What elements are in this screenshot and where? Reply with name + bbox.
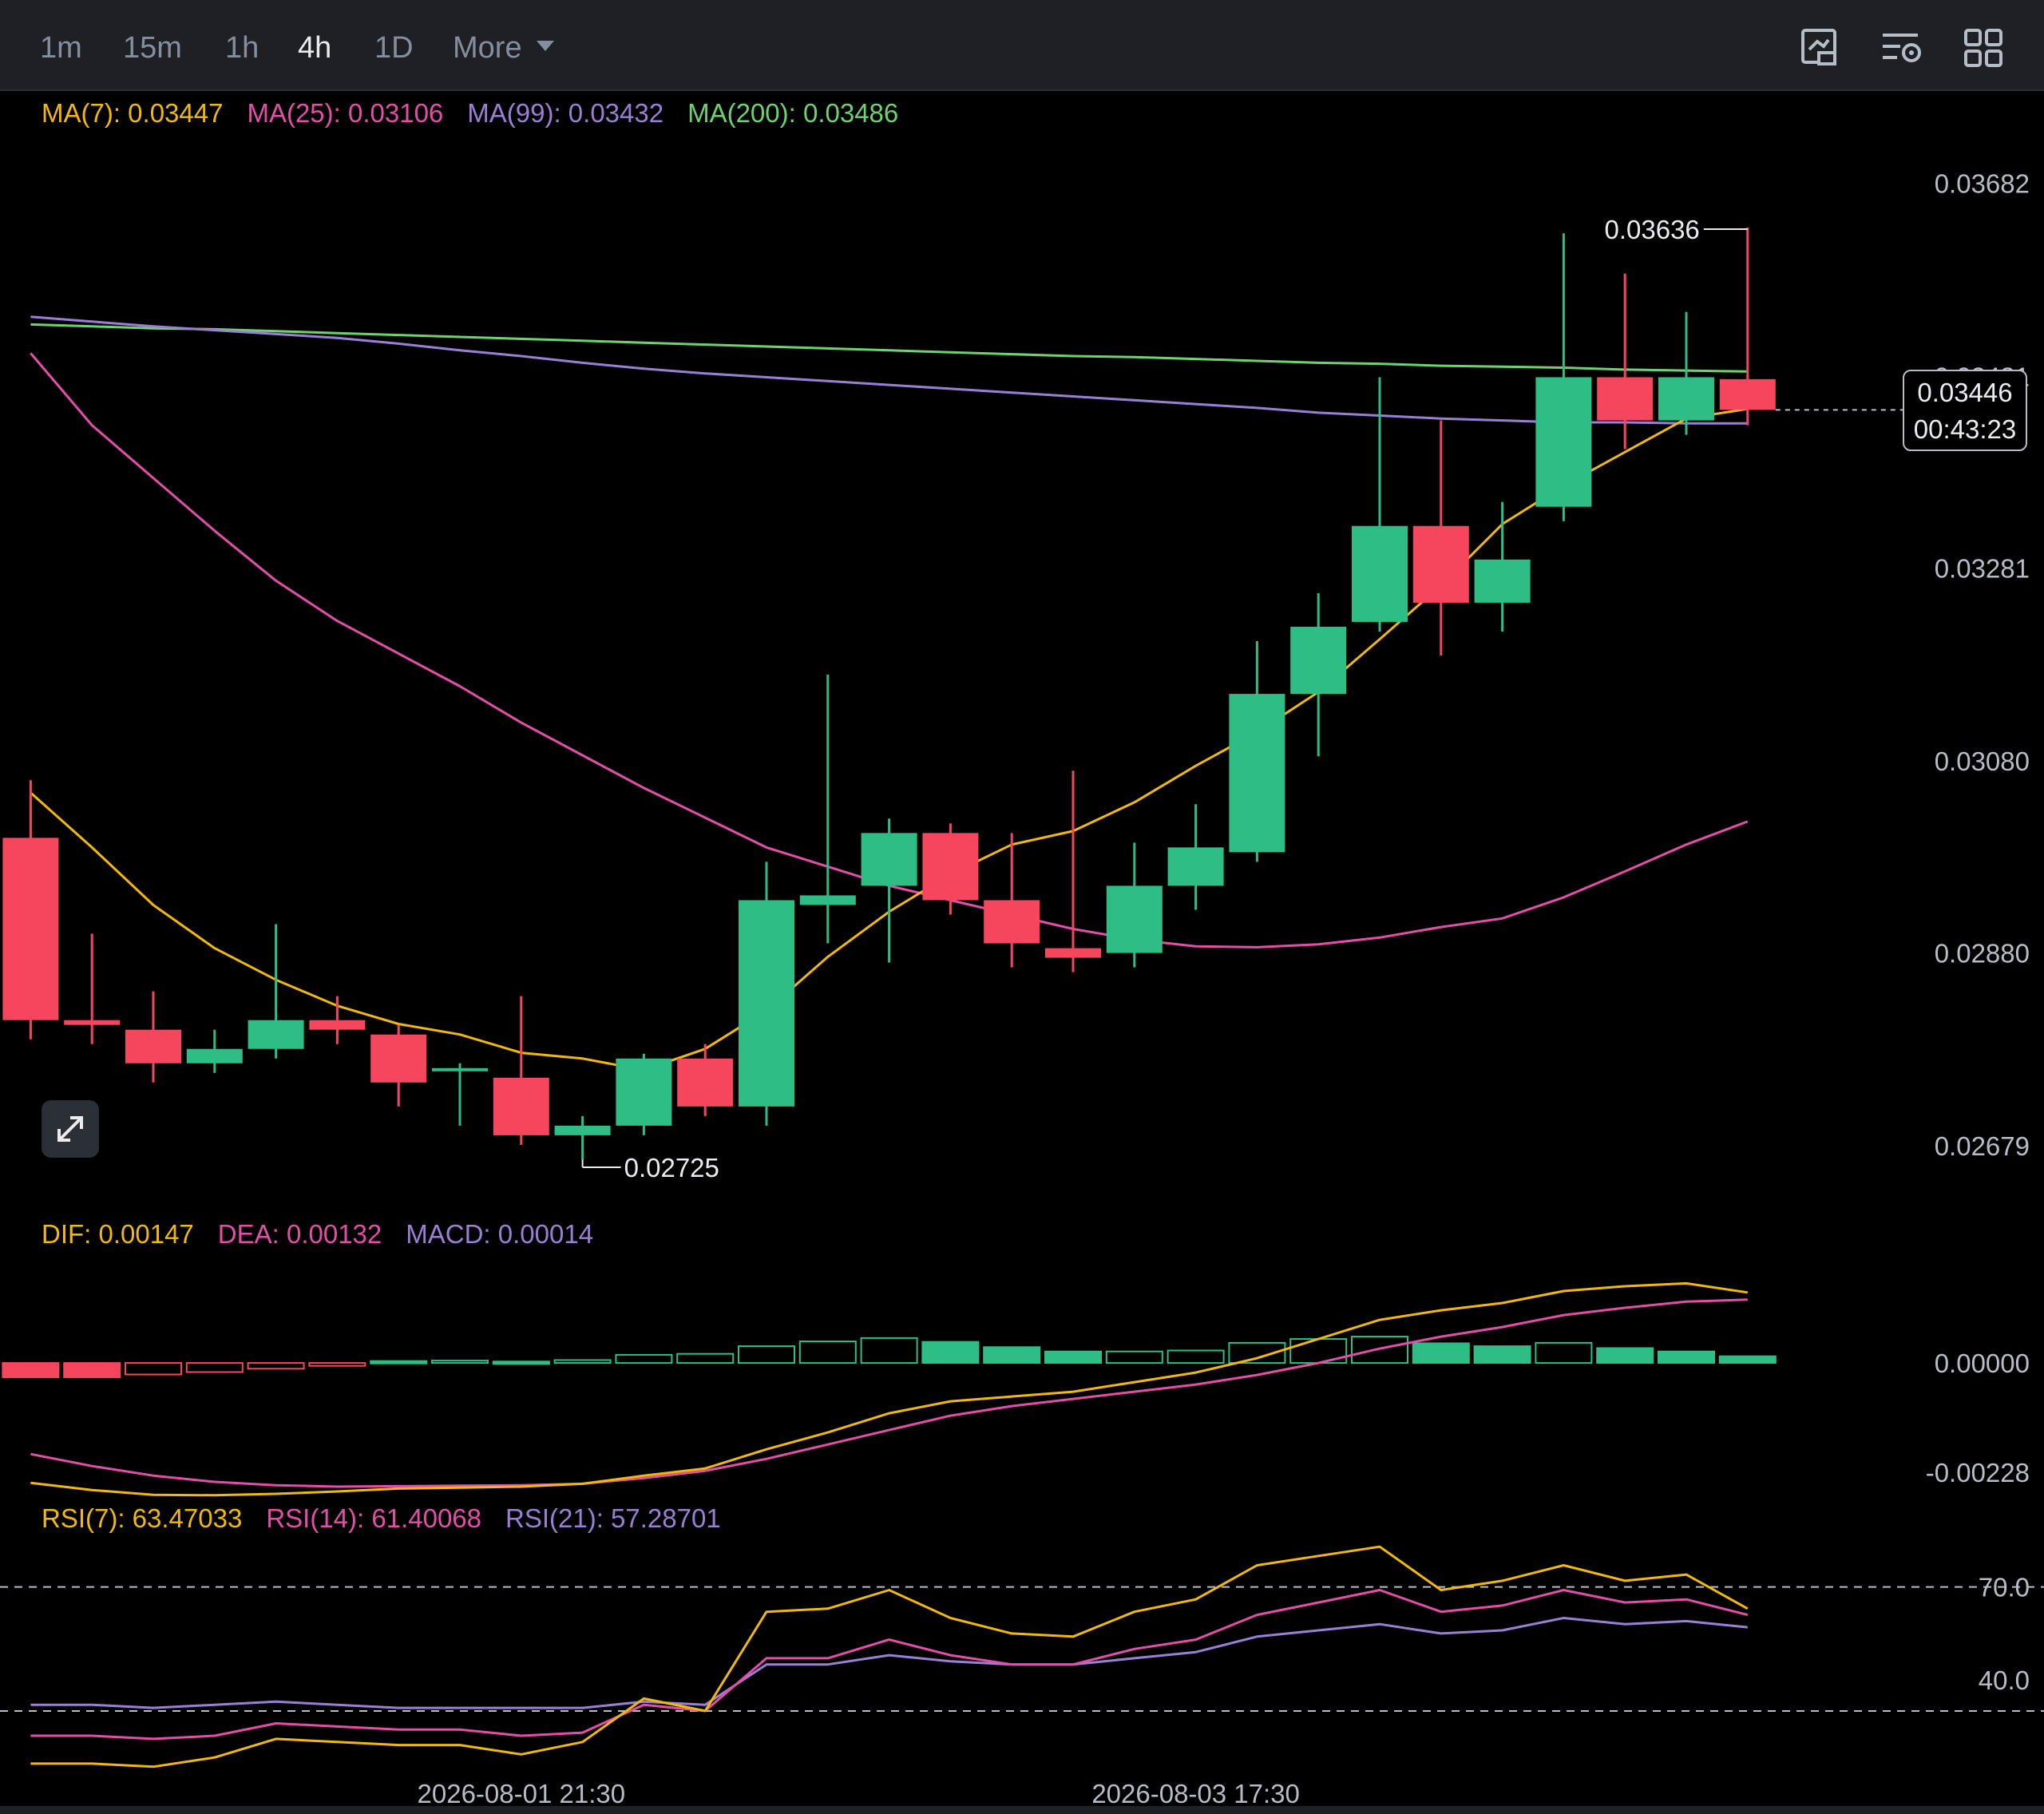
rsi14-line <box>30 1589 1749 1741</box>
ma99-legend: MA(99): 0.03432 <box>467 98 664 128</box>
high-marker-label: 0.03636 <box>1605 215 1700 244</box>
rsi7-line <box>30 1545 1749 1768</box>
candle-body <box>799 895 856 905</box>
macd-histogram-bar <box>676 1353 735 1364</box>
candle-body <box>186 1048 243 1063</box>
rsi-legend: RSI(7): 63.47033 RSI(14): 61.40068 RSI(21)… <box>42 1503 745 1535</box>
ma-legend: MA(7): 0.03447 MA(25): 0.03106 MA(99): 0.0… <box>42 97 922 129</box>
macd-histogram-bar <box>431 1360 489 1364</box>
candle-body <box>739 900 794 1107</box>
candle-body <box>922 833 979 901</box>
candle-body <box>1290 626 1347 695</box>
ma7-legend: MA(7): 0.03447 <box>42 98 224 128</box>
price-tick-label: 0.02880 <box>1935 939 2030 968</box>
candle-body <box>677 1058 734 1107</box>
macd-histogram-bar <box>308 1362 366 1367</box>
price-tick-label: 0.03080 <box>1935 747 2030 776</box>
rsi21-line <box>30 1617 1748 1709</box>
rsi21-legend: RSI(21): 57.28701 <box>505 1503 721 1533</box>
macd-histogram-bar <box>2 1362 60 1379</box>
macd-histogram-bar <box>1658 1350 1715 1364</box>
fullscreen-button[interactable] <box>42 1100 99 1158</box>
ma25-legend: MA(25): 0.03106 <box>247 98 444 128</box>
candle-countdown: 00:43:23 <box>1913 414 2017 444</box>
dea-legend: DEA: 0.00132 <box>217 1219 382 1249</box>
macd-histogram-bar <box>983 1346 1041 1364</box>
candle-body <box>1535 377 1592 507</box>
candle-body <box>432 1067 488 1071</box>
rsi-tick-label: 70.0 <box>1979 1573 2030 1602</box>
macd-histogram-bar <box>1167 1349 1225 1364</box>
ma200-line <box>30 323 1748 373</box>
rsi14-legend: RSI(14): 61.40068 <box>266 1503 481 1533</box>
macd-histogram-bar <box>1718 1355 1777 1364</box>
candle-body <box>493 1077 549 1135</box>
low-marker-label: 0.02725 <box>624 1153 719 1182</box>
expand-icon <box>57 1116 83 1142</box>
current-price: 0.03446 <box>1917 378 2013 407</box>
macd-histogram-bar <box>125 1362 182 1376</box>
macd-histogram-bar <box>247 1362 305 1370</box>
macd-value-legend: MACD: 0.00014 <box>406 1219 594 1249</box>
candle-body <box>370 1034 427 1083</box>
macd-histogram-bar <box>1044 1350 1102 1364</box>
macd-histogram-bar <box>1105 1350 1163 1364</box>
price-chart[interactable]: 0.036820.034810.032810.030800.028800.026… <box>0 0 2044 1814</box>
macd-histogram-bar <box>615 1353 673 1364</box>
dif-legend: DIF: 0.00147 <box>42 1219 194 1249</box>
macd-histogram-bar <box>492 1360 550 1365</box>
macd-histogram-bar <box>860 1337 918 1364</box>
candle-body <box>1474 559 1531 603</box>
macd-tick-label: -0.00228 <box>1926 1458 2030 1487</box>
macd-histogram-bar <box>63 1362 121 1379</box>
price-tick-label: 0.02679 <box>1935 1131 2030 1161</box>
candle-body <box>1045 948 1101 958</box>
candle-body <box>1106 885 1163 953</box>
dea-line <box>30 1298 1748 1488</box>
candle-body <box>1658 377 1714 421</box>
macd-histogram-bar <box>921 1341 980 1364</box>
candle-body <box>861 833 917 886</box>
candle-body <box>1597 377 1654 421</box>
candle-body <box>1229 694 1285 853</box>
candle-body <box>248 1020 304 1049</box>
macd-tick-label: 0.00000 <box>1935 1349 2030 1378</box>
macd-histogram-bar <box>1473 1345 1531 1364</box>
macd-histogram-bar <box>185 1362 244 1373</box>
rsi-tick-label: 40.0 <box>1979 1665 2030 1695</box>
candle-body <box>309 1020 366 1030</box>
candle-body <box>2 838 59 1020</box>
macd-histogram-bar <box>1535 1341 1593 1364</box>
candle-body <box>616 1058 672 1126</box>
macd-histogram-bar <box>1596 1347 1654 1364</box>
macd-histogram-bar <box>370 1360 428 1364</box>
bottom-edge <box>0 1806 2044 1814</box>
candle-body <box>125 1029 181 1063</box>
candle-body <box>554 1125 611 1135</box>
current-price-tag: 0.03446 00:43:23 <box>1903 370 2027 451</box>
time-axis-label: 2026-08-03 17:30 <box>1091 1779 1300 1808</box>
ma99-line <box>30 315 1748 425</box>
candle-body <box>1167 847 1224 886</box>
dif-line <box>30 1281 1749 1497</box>
macd-histogram-bar <box>738 1345 795 1364</box>
macd-histogram-bar <box>553 1359 612 1364</box>
macd-histogram-bar <box>798 1341 857 1364</box>
rsi7-legend: RSI(7): 63.47033 <box>42 1503 243 1533</box>
macd-legend: DIF: 0.00147 DEA: 0.00132 MACD: 0.00014 <box>42 1218 617 1250</box>
candle-body <box>1719 378 1776 410</box>
candle-body <box>984 900 1040 944</box>
macd-histogram-bar <box>1412 1342 1470 1364</box>
candle-body <box>64 1020 121 1025</box>
ma200-legend: MA(200): 0.03486 <box>687 98 899 128</box>
candle-body <box>1412 525 1469 603</box>
time-axis-label: 2026-08-01 21:30 <box>418 1779 626 1808</box>
candle-body <box>1352 525 1408 622</box>
ma7-line <box>30 407 1749 1071</box>
price-tick-label: 0.03682 <box>1935 169 2030 199</box>
price-tick-label: 0.03281 <box>1935 554 2030 584</box>
